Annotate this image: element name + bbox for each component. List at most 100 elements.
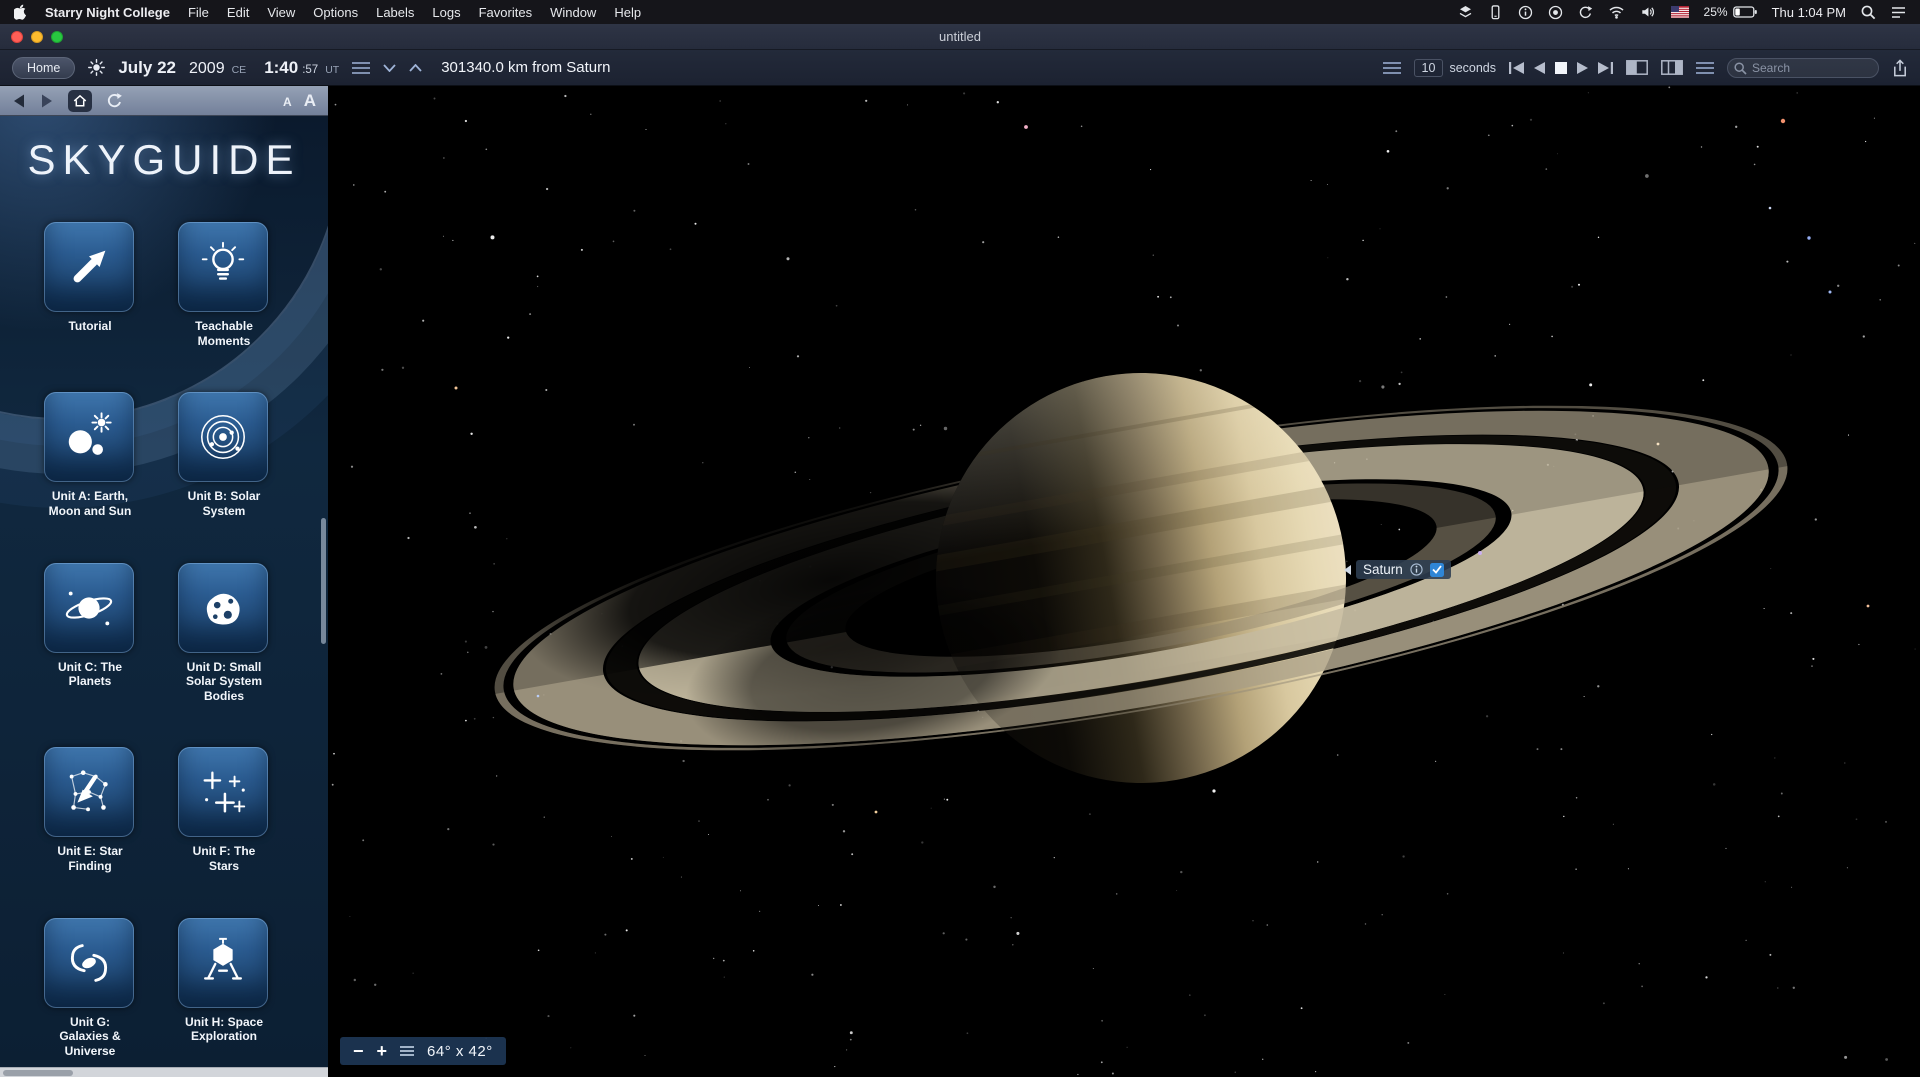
star-sparkles-icon[interactable] [178,747,268,837]
menubar-clock[interactable]: Thu 1:04 PM [1772,5,1846,20]
zoom-in-button[interactable]: + [377,1042,388,1060]
tile-label: Unit D: Small Solar System Bodies [178,660,270,704]
object-info-icon[interactable] [1410,563,1423,576]
back-button[interactable] [12,93,26,109]
object-name[interactable]: Saturn [1363,562,1403,577]
sidebar-horizontal-scrollbar-thumb[interactable] [3,1070,73,1076]
menu-item-window[interactable]: Window [550,5,596,20]
skyguide-home-button[interactable] [68,90,92,112]
earth-moon-sun-icon[interactable] [44,392,134,482]
search-icon [1734,62,1747,75]
fov-menu-icon[interactable] [400,1046,414,1056]
info-status-icon[interactable] [1518,5,1533,20]
date-time-display[interactable]: July 22 2009 CE 1:40 :57 UT [118,58,339,78]
home-button[interactable]: Home [12,57,75,79]
skip-to-start-button[interactable] [1509,62,1524,74]
app-menu-title[interactable]: Starry Night College [45,5,170,20]
skyguide-tile-earth-moon-sun[interactable]: Unit A: Earth, Moon and Sun [44,392,136,518]
time-hours-minutes[interactable]: 1:40 [264,58,298,78]
chevron-up-icon[interactable] [409,64,422,72]
lunar-lander-icon[interactable] [178,918,268,1008]
fov-bar: − + 64° x 42° [340,1037,506,1065]
skyguide-tile-lightbulb[interactable]: Teachable Moments [178,222,270,348]
keyboard-flag-icon[interactable] [1671,6,1689,18]
time-menu-icon[interactable] [352,62,370,74]
sidebar-horizontal-scrollbar[interactable] [0,1067,328,1077]
object-pointer-icon [1344,565,1351,575]
solar-system-icon[interactable] [178,392,268,482]
apple-menu[interactable] [14,4,27,20]
menu-item-edit[interactable]: Edit [227,5,249,20]
menu-item-options[interactable]: Options [313,5,358,20]
zoom-out-button[interactable]: − [353,1042,364,1060]
skip-to-end-button[interactable] [1598,62,1613,74]
time-step-control[interactable]: 10 seconds [1414,59,1496,77]
skyguide-tile-constellation[interactable]: Unit E: Star Finding [44,747,136,873]
saturn-label[interactable]: Saturn [1356,560,1451,579]
window-title-bar[interactable]: untitled [0,24,1920,50]
sidebar-vertical-scrollbar[interactable] [321,518,326,644]
forward-button[interactable] [40,93,54,109]
search-input[interactable] [1727,58,1879,78]
check-icon [1432,565,1442,574]
time-seconds[interactable]: :57 [302,64,318,76]
ringed-planet-icon[interactable] [44,563,134,653]
date-year[interactable]: 2009 [189,60,225,78]
step-back-button[interactable] [1534,62,1545,74]
privacy-indicator-icon[interactable] [1548,5,1563,20]
app-toolbar: Home July 22 2009 CE 1:40 :57 UT 301340.… [0,50,1920,86]
tutorial-arrow-icon[interactable] [44,222,134,312]
skyguide-tile-asteroid[interactable]: Unit D: Small Solar System Bodies [178,563,270,704]
fov-value: 64° x 42° [427,1043,493,1060]
sun-time-icon[interactable] [88,59,105,76]
timestep-menu-icon[interactable] [1383,62,1401,74]
dropbox-icon[interactable] [1458,5,1473,19]
stop-button[interactable] [1555,62,1567,74]
battery-status[interactable]: 25% [1704,5,1757,19]
menubar-status-area: 25% Thu 1:04 PM [1458,5,1906,20]
volume-icon[interactable] [1640,5,1656,19]
spiral-galaxy-icon[interactable] [44,918,134,1008]
notification-center-icon[interactable] [1891,6,1906,19]
sky-viewport[interactable]: Saturn − + 64° x 42° [328,86,1920,1077]
skyguide-tile-star-sparkles[interactable]: Unit F: The Stars [178,747,270,873]
tile-label: Unit E: Star Finding [44,844,136,873]
font-size-decrease-button[interactable]: A [283,95,292,109]
wifi-icon[interactable] [1608,5,1625,19]
share-icon[interactable] [1892,59,1908,77]
panel-layout-split-icon[interactable] [1661,60,1683,75]
viewer-location[interactable]: 301340.0 km from Saturn [441,59,610,76]
menu-item-logs[interactable]: Logs [432,5,460,20]
menu-item-favorites[interactable]: Favorites [479,5,532,20]
options-menu-icon[interactable] [1696,62,1714,74]
time-step-value[interactable]: 10 [1414,59,1444,77]
menu-items: File Edit View Options Labels Logs Favorites Wi… [188,5,641,20]
menu-item-help[interactable]: Help [614,5,641,20]
font-size-increase-button[interactable]: A [304,91,316,111]
handoff-phone-icon[interactable] [1488,5,1503,20]
skyguide-tile-solar-system[interactable]: Unit B: Solar System [178,392,270,518]
skyguide-tile-spiral-galaxy[interactable]: Unit G: Galaxies & Universe [44,918,136,1059]
menu-item-file[interactable]: File [188,5,209,20]
chevron-down-icon[interactable] [383,64,396,72]
time-step-unit[interactable]: seconds [1449,61,1496,75]
panel-layout-left-icon[interactable] [1626,60,1648,75]
tile-label: Unit B: Solar System [178,489,270,518]
asteroid-icon[interactable] [178,563,268,653]
sync-icon[interactable] [1578,5,1593,20]
spotlight-icon[interactable] [1861,5,1876,20]
tile-label: Unit H: Space Exploration [178,1015,270,1044]
window-title: untitled [0,29,1920,44]
menu-item-labels[interactable]: Labels [376,5,414,20]
skyguide-tile-ringed-planet[interactable]: Unit C: The Planets [44,563,136,704]
play-button[interactable] [1577,62,1588,74]
lightbulb-icon[interactable] [178,222,268,312]
reload-button[interactable] [106,92,123,109]
constellation-icon[interactable] [44,747,134,837]
date-month-day[interactable]: July 22 [118,58,176,78]
object-visibility-checkbox[interactable] [1430,563,1444,577]
skyguide-tile-lunar-lander[interactable]: Unit H: Space Exploration [178,918,270,1059]
menu-item-view[interactable]: View [267,5,295,20]
date-era: CE [232,64,247,76]
skyguide-tile-tutorial-arrow[interactable]: Tutorial [44,222,136,348]
